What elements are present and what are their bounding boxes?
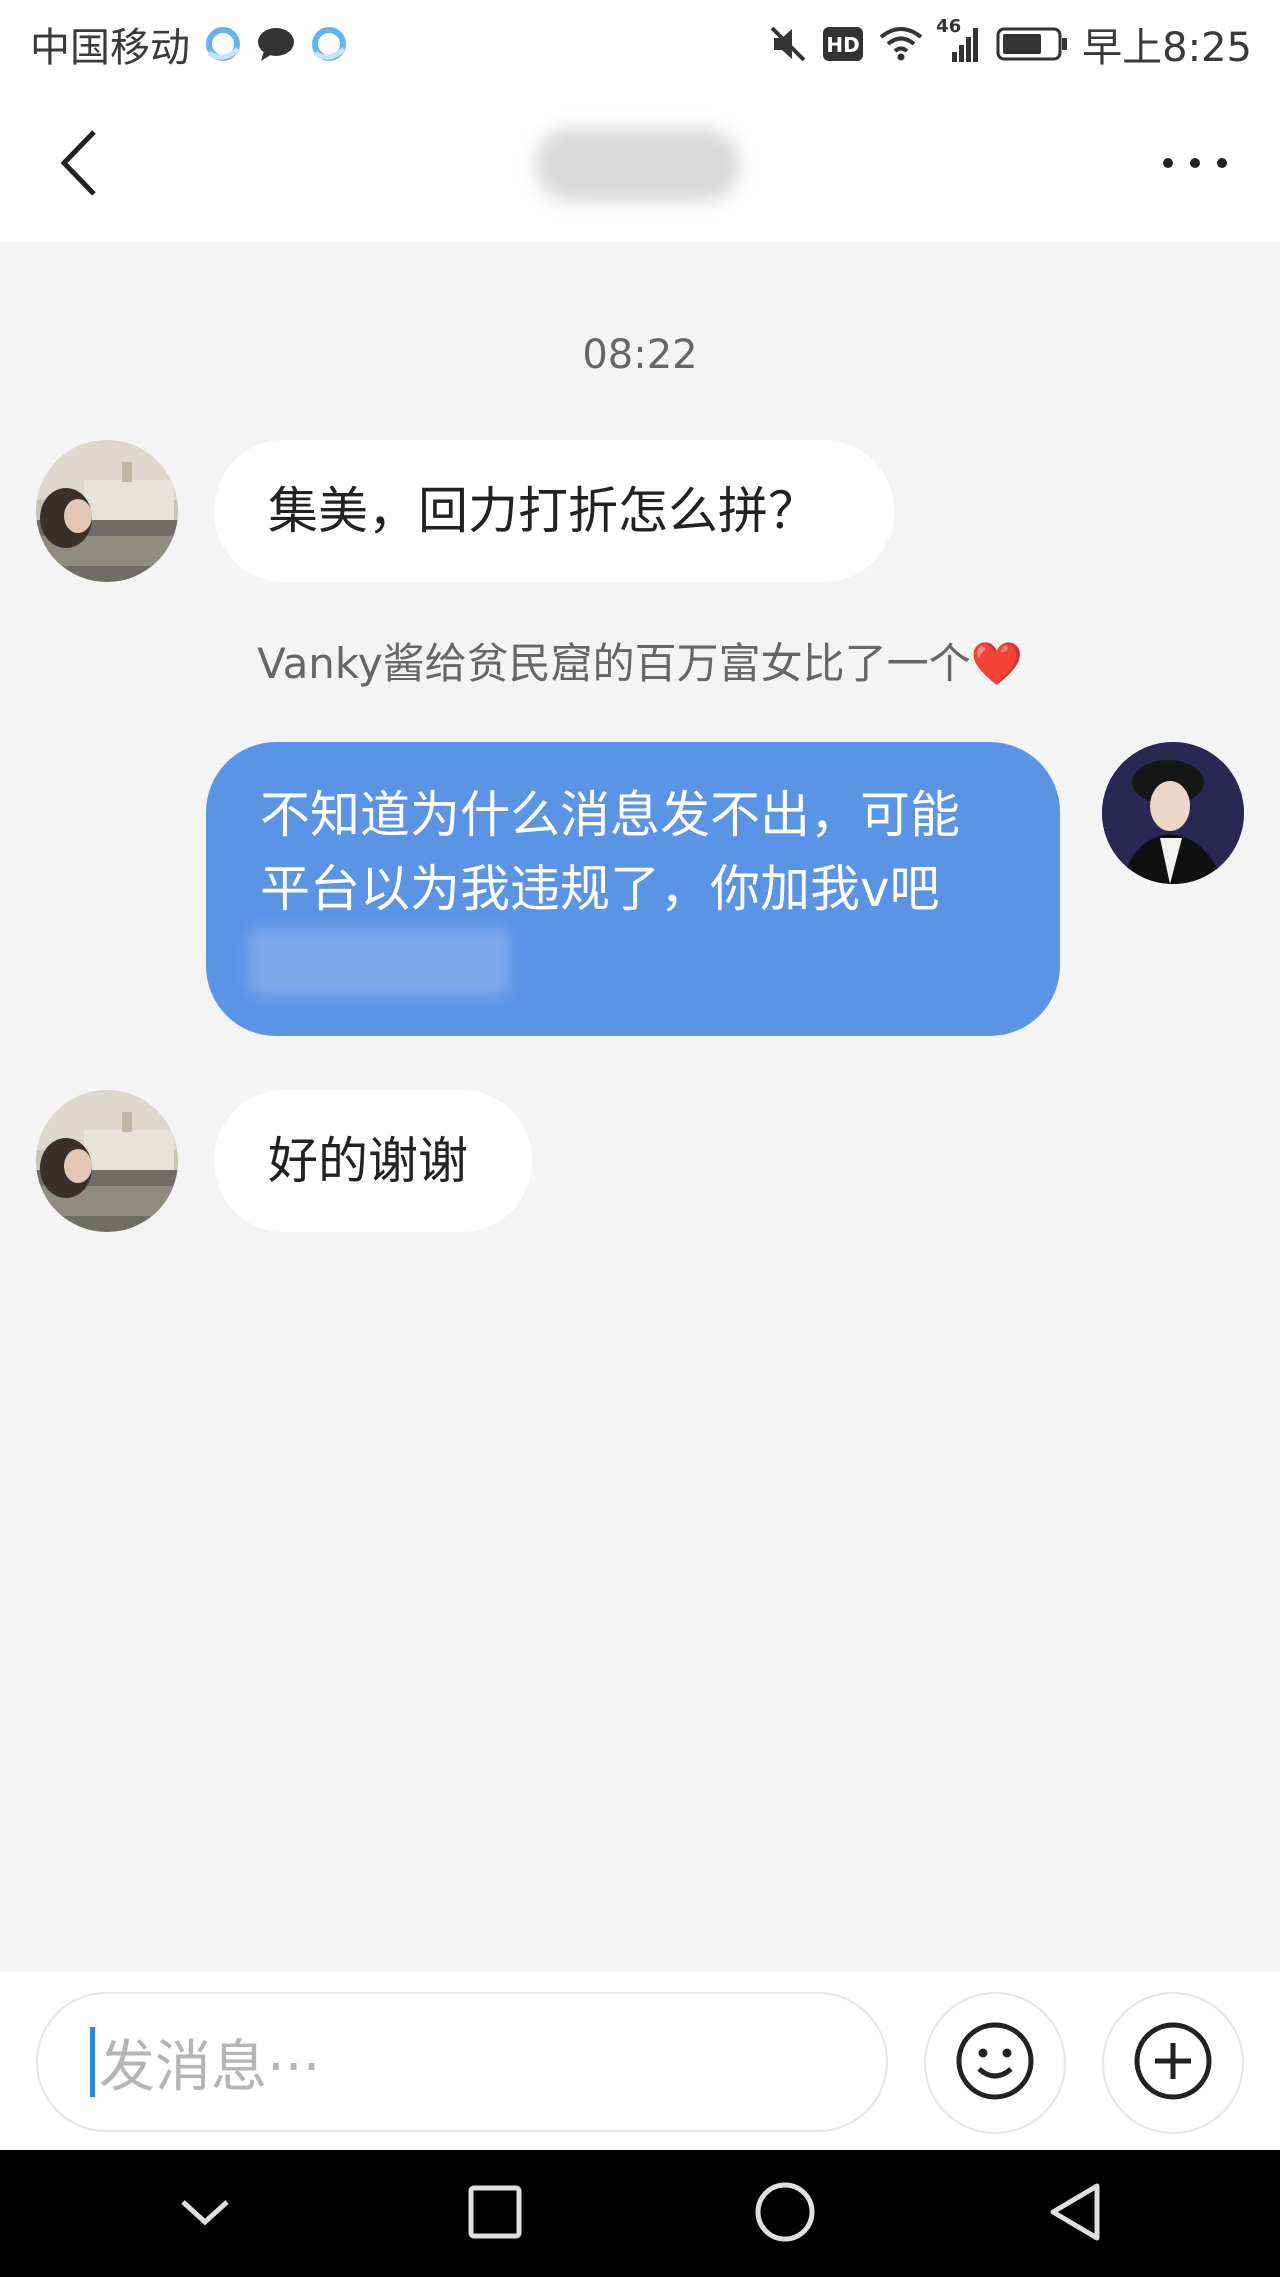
incoming-message-bubble[interactable]: 集美，回力打折怎么拼？	[214, 440, 894, 582]
like-notice: Vanky酱给贫民窟的百万富女比了一个❤️	[0, 630, 1280, 691]
contact-avatar[interactable]	[36, 440, 178, 582]
nav-recents-button[interactable]	[440, 2159, 550, 2269]
triangle-back-icon	[1045, 2180, 1105, 2248]
circle-icon	[753, 2180, 817, 2248]
more-button[interactable]	[1160, 155, 1230, 175]
more-horizontal-icon	[1160, 155, 1230, 175]
network-type: 46	[936, 16, 962, 37]
emoji-button[interactable]	[924, 1992, 1066, 2134]
system-nav-bar	[0, 2150, 1280, 2277]
battery-icon	[996, 26, 1068, 62]
chevron-down-icon	[179, 2196, 231, 2232]
text-caret	[90, 2027, 95, 2097]
square-icon	[467, 2184, 523, 2244]
message-text: 集美，回力打折怎么拼？	[268, 482, 818, 540]
my-avatar[interactable]	[1102, 742, 1244, 884]
message-timestamp: 08:22	[582, 332, 698, 378]
contact-name-blurred	[535, 128, 740, 202]
back-button[interactable]	[56, 128, 100, 202]
incoming-message-bubble[interactable]: 好的谢谢	[214, 1090, 532, 1232]
message-text-line-1: 不知道为什么消息发不出，可能	[260, 786, 960, 844]
status-bar-right: HD 46 早上8:25	[768, 15, 1252, 73]
notice-text: Vanky酱给贫民窟的百万富女比了一个	[257, 639, 971, 688]
chat-bubble-icon	[256, 25, 296, 63]
status-bar: 中国移动 HD 46 早上8:25	[0, 0, 1280, 88]
hd-badge-text: HD	[827, 33, 860, 57]
plus-circle-icon	[1131, 2019, 1215, 2107]
status-bar-left: 中国移动	[30, 15, 348, 73]
hd-icon: HD	[822, 26, 864, 62]
contact-avatar[interactable]	[36, 1090, 178, 1232]
heart-icon: ❤️	[970, 639, 1023, 688]
chevron-left-icon	[56, 128, 100, 202]
carrier-name: 中国移动	[30, 25, 190, 71]
message-text: 好的谢谢	[268, 1132, 468, 1190]
message-text-line-2: 平台以为我违规了，你加我v吧	[260, 860, 940, 918]
qq-browser-icon	[204, 25, 242, 63]
clock: 早上8:25	[1082, 25, 1252, 71]
chat-header	[0, 88, 1280, 242]
nav-collapse-button[interactable]	[150, 2159, 260, 2269]
input-bar: 发消息···	[0, 1972, 1280, 2150]
message-input[interactable]: 发消息···	[36, 1992, 888, 2132]
qq-browser-icon	[310, 25, 348, 63]
blurred-contact-id	[248, 928, 510, 996]
signal-icon: 46	[936, 16, 982, 64]
add-button[interactable]	[1102, 1992, 1244, 2134]
message-input-placeholder: 发消息···	[99, 2034, 321, 2100]
chat-area[interactable]: 08:22 集美，回力打折怎么拼？ Vanky酱给贫民窟的百万富女比了一个❤️ …	[0, 242, 1280, 1972]
smiley-icon	[953, 2019, 1037, 2107]
wifi-icon	[878, 25, 924, 63]
nav-home-button[interactable]	[730, 2159, 840, 2269]
nav-back-button[interactable]	[1020, 2159, 1130, 2269]
mute-icon	[768, 24, 808, 64]
outgoing-message-bubble[interactable]: 不知道为什么消息发不出，可能 平台以为我违规了，你加我v吧	[206, 742, 1060, 1036]
